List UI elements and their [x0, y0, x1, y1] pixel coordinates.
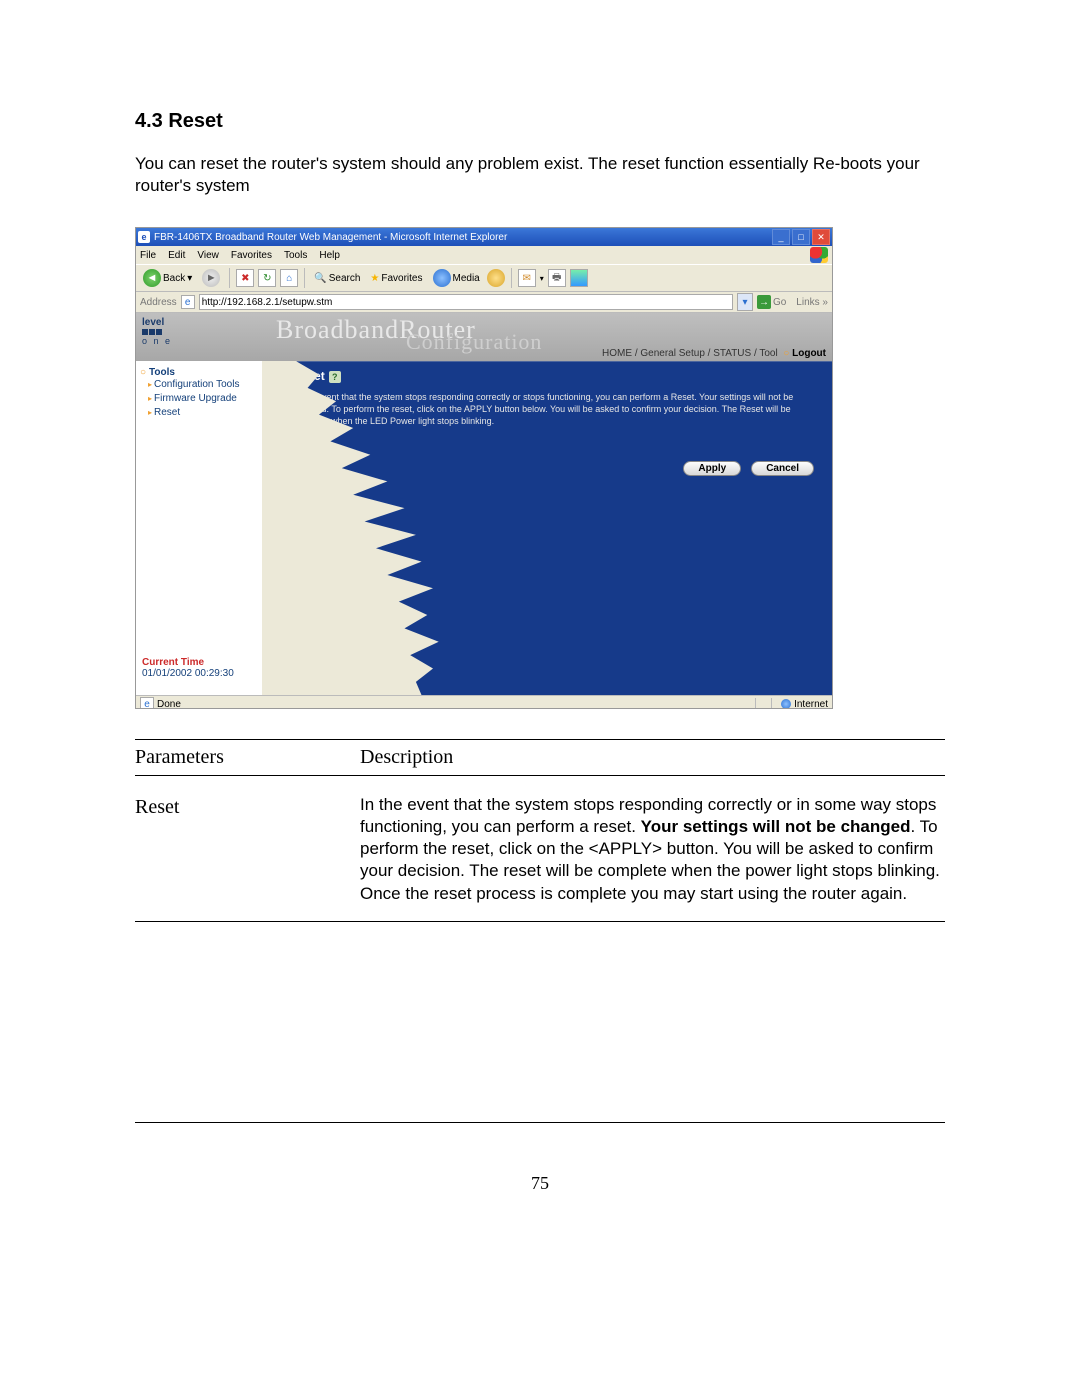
page-icon: e [181, 295, 195, 309]
menu-help[interactable]: Help [319, 250, 340, 261]
th-description: Description [360, 746, 945, 769]
nav-home[interactable]: HOME [602, 348, 632, 359]
star-icon: ★ [370, 273, 379, 284]
sidebar-item-config-tools[interactable]: ▸Configuration Tools [148, 378, 258, 392]
links-label[interactable]: Links » [796, 297, 828, 308]
status-zone: Internet [794, 699, 828, 710]
cancel-button[interactable]: Cancel [751, 461, 814, 476]
discuss-button[interactable] [570, 269, 588, 287]
search-button[interactable]: 🔍 Search [311, 272, 363, 285]
status-text: Done [157, 699, 181, 710]
section-heading: 4.3 Reset [135, 110, 945, 133]
windows-logo-icon [810, 247, 828, 263]
go-arrow-icon: → [757, 295, 771, 309]
address-bar: Address e ▾ → Go Links » [136, 292, 832, 313]
table-header: Parameters Description [135, 740, 945, 776]
forward-arrow-icon: ► [202, 269, 220, 287]
router-main-panel: Reset? In the event that the system stop… [262, 361, 832, 695]
home-button[interactable]: ⌂ [280, 269, 298, 287]
forward-button[interactable]: ► [199, 268, 223, 288]
minimize-button[interactable]: _ [772, 229, 790, 245]
intro-paragraph: You can reset the router's system should… [135, 153, 945, 197]
history-button[interactable] [487, 269, 505, 287]
current-time: Current Time 01/01/2002 00:29:30 [142, 657, 234, 679]
table-row: Reset In the event that the system stops… [135, 776, 945, 920]
th-parameters: Parameters [135, 746, 360, 769]
menu-tools[interactable]: Tools [284, 250, 307, 261]
td-param: Reset [135, 794, 360, 904]
stop-button[interactable]: ✖ [236, 269, 254, 287]
back-button[interactable]: ◄ Back ▾ [140, 268, 195, 288]
apply-button[interactable]: Apply [683, 461, 741, 476]
router-nav: HOME / General Setup / STATUS / Tool ○ L… [602, 348, 826, 359]
search-icon: 🔍 [314, 273, 326, 284]
toolbar: ◄ Back ▾ ► ✖ ↻ ⌂ 🔍 Search ★ Favorites [136, 264, 832, 292]
back-arrow-icon: ◄ [143, 269, 161, 287]
address-label: Address [140, 297, 177, 308]
close-button[interactable]: ✕ [812, 229, 830, 245]
menu-file[interactable]: File [140, 250, 156, 261]
media-icon [433, 269, 451, 287]
page-number: 75 [135, 1173, 945, 1194]
address-input[interactable] [199, 294, 733, 310]
menu-favorites[interactable]: Favorites [231, 250, 272, 261]
nav-tool[interactable]: Tool [759, 348, 777, 359]
nav-status[interactable]: STATUS [713, 348, 751, 359]
nav-logout[interactable]: Logout [792, 348, 826, 359]
chevron-down-icon[interactable]: ▾ [540, 274, 544, 283]
menu-bar: File Edit View Favorites Tools Help [136, 246, 832, 264]
page-icon: e [140, 697, 154, 709]
router-sidebar: ○Tools ▸Configuration Tools ▸Firmware Up… [136, 361, 262, 695]
address-dropdown[interactable]: ▾ [737, 293, 753, 311]
sidebar-item-reset[interactable]: ▸Reset [148, 406, 258, 420]
go-button[interactable]: → Go [757, 295, 786, 309]
td-desc: In the event that the system stops respo… [360, 794, 945, 904]
refresh-button[interactable]: ↻ [258, 269, 276, 287]
banner-subtitle: Configuration [406, 329, 542, 355]
menu-view[interactable]: View [197, 250, 219, 261]
media-button[interactable]: Media [430, 268, 483, 288]
levelone-logo: level o n e [142, 317, 172, 346]
panel-description: In the event that the system stops respo… [292, 391, 822, 427]
print-button[interactable]: 🖶 [548, 269, 566, 287]
ie-icon: e [138, 231, 150, 243]
sidebar-item-firmware[interactable]: ▸Firmware Upgrade [148, 392, 258, 406]
zone-internet-icon [781, 699, 791, 709]
maximize-button[interactable]: □ [792, 229, 810, 245]
chevron-down-icon: ▾ [187, 273, 192, 284]
favorites-button[interactable]: ★ Favorites [367, 272, 425, 285]
router-page: level o n e BroadbandRouter Configuratio… [136, 313, 832, 695]
help-icon[interactable]: ? [329, 371, 341, 383]
status-bar: e Done Internet [136, 695, 832, 709]
screenshot-ie-window: e FBR-1406TX Broadband Router Web Manage… [135, 227, 833, 709]
window-titlebar: e FBR-1406TX Broadband Router Web Manage… [136, 228, 832, 246]
window-title: FBR-1406TX Broadband Router Web Manageme… [154, 232, 770, 243]
sidebar-tools-heading: Tools [149, 367, 175, 378]
panel-heading: Reset? [292, 369, 341, 383]
nav-general-setup[interactable]: General Setup [640, 348, 705, 359]
mail-button[interactable]: ✉ [518, 269, 536, 287]
menu-edit[interactable]: Edit [168, 250, 185, 261]
router-header: level o n e BroadbandRouter Configuratio… [136, 313, 832, 361]
